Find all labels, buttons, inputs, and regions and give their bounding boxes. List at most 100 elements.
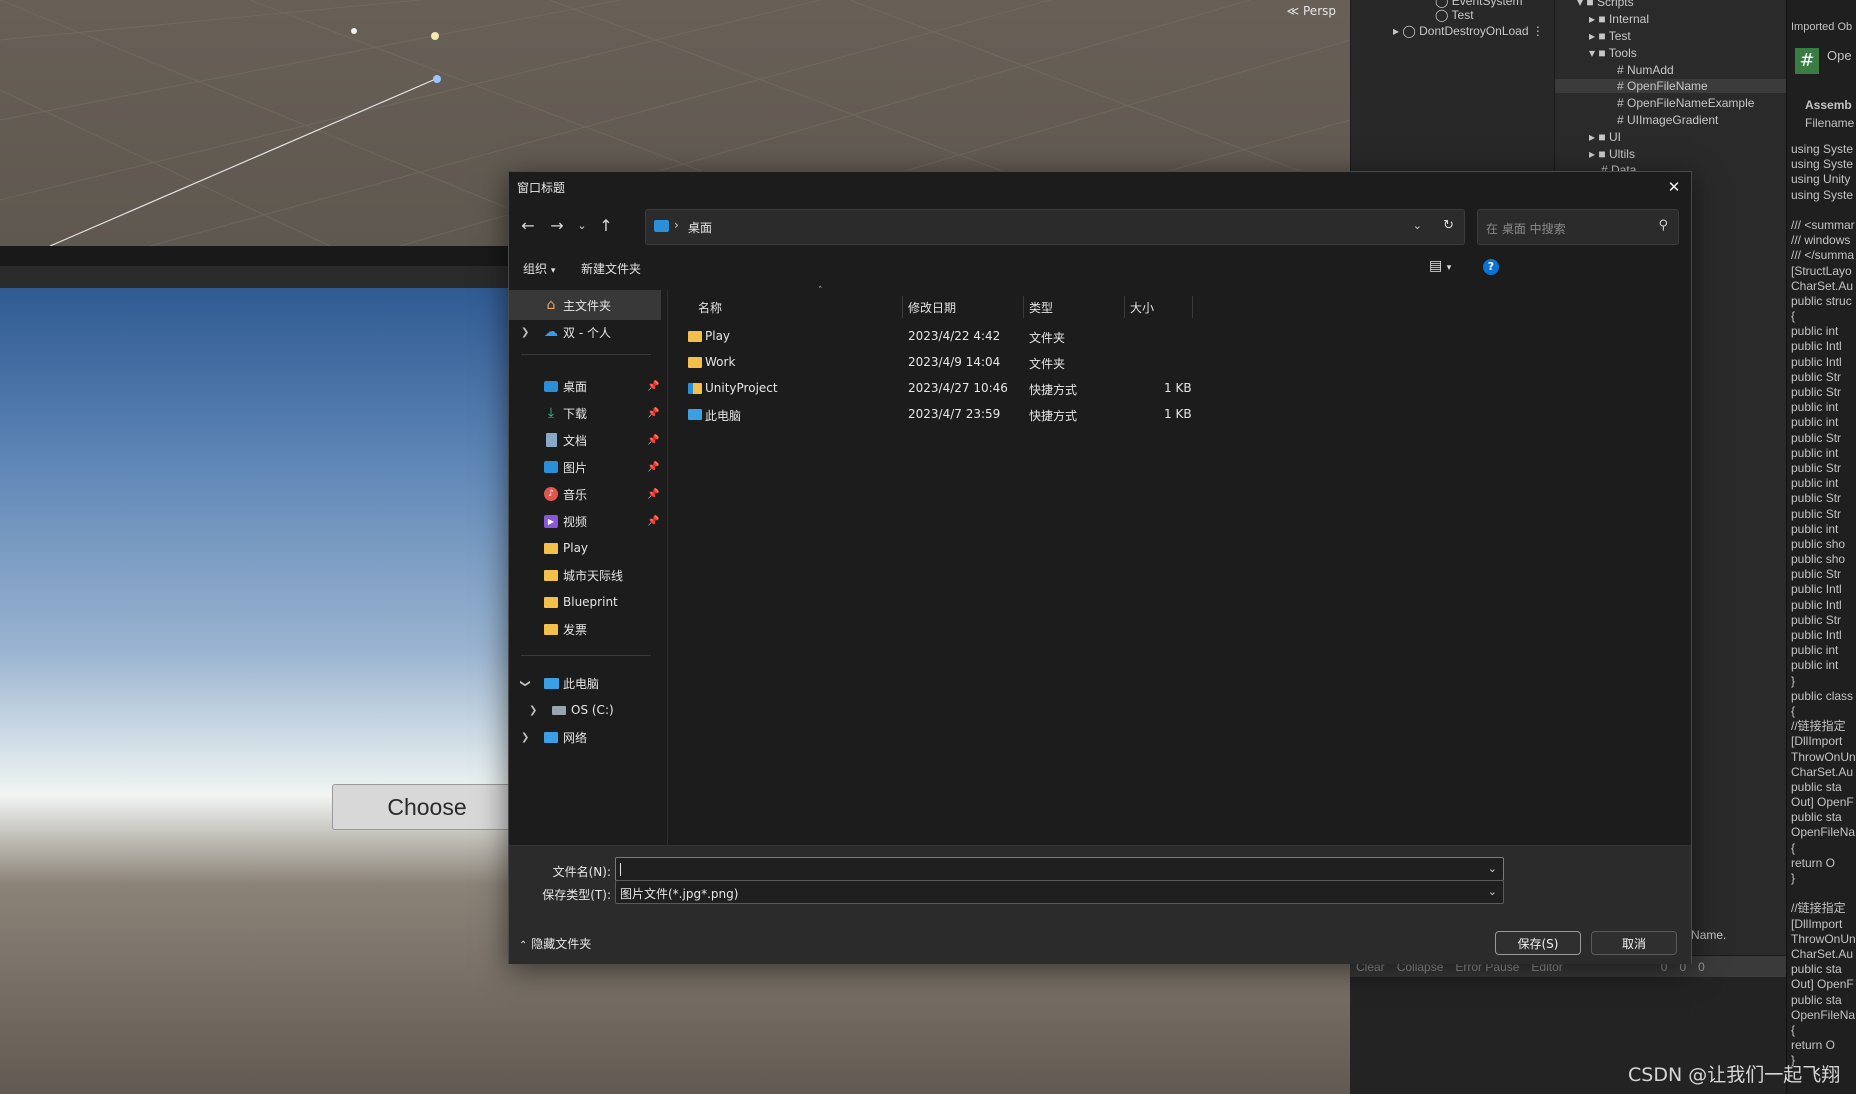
hierarchy-item[interactable]: ◯ EventSystem	[1435, 0, 1522, 8]
filetype-select[interactable]: 图片文件(*.jpg*.png) ⌄	[615, 880, 1504, 904]
nav-item-play[interactable]: Play	[509, 533, 661, 563]
breadcrumb-location[interactable]: 桌面	[688, 219, 712, 236]
file-date: 2023/4/27 10:46	[908, 381, 1008, 395]
cloud-icon: ☁	[544, 324, 558, 340]
file-name: Work	[705, 355, 736, 369]
code-line: public int	[1791, 521, 1839, 536]
address-dropdown-icon[interactable]: ⌄	[1413, 219, 1422, 232]
search-box[interactable]: 在 桌面 中搜索 ⚲	[1477, 209, 1679, 245]
code-line: using Unity	[1791, 172, 1851, 187]
view-options-button[interactable]: ▤ ▾	[1429, 258, 1451, 274]
project-item[interactable]: # UIImageGradient	[1617, 113, 1718, 127]
address-bar[interactable]: › 桌面 ⌄ ↻	[645, 209, 1465, 245]
refresh-icon[interactable]: ↻	[1443, 218, 1454, 233]
code-preview: using Syste using Syste using Unity using S…	[1791, 142, 1856, 1068]
code-line: Out] OpenF	[1791, 977, 1854, 992]
project-item[interactable]: ▾ ■ Tools	[1589, 46, 1637, 60]
hierarchy-item[interactable]: ▸ ◯ DontDestroyOnLoad ⋮	[1393, 24, 1544, 38]
code-line: /// <summar	[1791, 217, 1855, 232]
dialog-title-bar[interactable]: 窗口标题 ✕	[509, 172, 1691, 202]
nav-item-documents[interactable]: 文档 📌	[509, 425, 661, 455]
close-button[interactable]: ✕	[1661, 174, 1687, 200]
cancel-button[interactable]: 取消	[1591, 931, 1677, 955]
column-separator[interactable]	[1023, 296, 1024, 318]
code-line: public Str	[1791, 491, 1842, 506]
file-row[interactable]: 此电脑 2023/4/7 23:59 快捷方式 1 KB	[668, 399, 1308, 429]
pin-icon: 📌	[647, 380, 660, 392]
column-header-date[interactable]: 修改日期	[908, 299, 956, 316]
help-button[interactable]: ?	[1483, 259, 1499, 275]
project-item-selected[interactable]: # OpenFileName	[1555, 79, 1787, 93]
up-button[interactable]: ↑	[593, 212, 619, 238]
column-header-name[interactable]: 名称	[698, 299, 722, 316]
recent-locations-button[interactable]: ⌄	[569, 212, 595, 238]
nav-item-pictures[interactable]: 图片 📌	[509, 452, 661, 482]
column-header-size[interactable]: 大小	[1130, 299, 1154, 316]
nav-item-this-pc[interactable]: ❯ 此电脑	[509, 668, 661, 698]
code-line: public sho	[1791, 536, 1846, 551]
file-name: 此电脑	[705, 409, 742, 423]
shortcut-pc-icon	[688, 409, 702, 420]
column-separator[interactable]	[902, 296, 903, 318]
nav-item-home[interactable]: ⌂ 主文件夹	[509, 290, 661, 320]
project-item[interactable]: # OpenFileNameExample	[1617, 96, 1754, 110]
hierarchy-item[interactable]: ◯ Test	[1435, 8, 1474, 22]
choose-button[interactable]: Choose	[332, 784, 522, 830]
project-item[interactable]: ▾ ■ Scripts	[1577, 0, 1634, 9]
save-button[interactable]: 保存(S)	[1495, 931, 1581, 955]
code-line: {	[1791, 1022, 1796, 1037]
nav-item-desktop[interactable]: 桌面 📌	[509, 371, 661, 401]
code-line: public Str	[1791, 612, 1842, 627]
nav-item-drive-c[interactable]: ❯ OS (C:)	[509, 695, 661, 725]
hide-folders-toggle[interactable]: ⌃ 隐藏文件夹	[519, 935, 591, 952]
nav-item-videos[interactable]: ▶ 视频 📌	[509, 506, 661, 536]
nav-item-network[interactable]: ❯ 网络	[509, 722, 661, 752]
arrow-right-icon: →	[550, 215, 564, 235]
project-item[interactable]: # NumAdd	[1617, 63, 1674, 77]
column-separator[interactable]	[1192, 296, 1193, 318]
project-item[interactable]: ▸ ■ UI	[1589, 130, 1621, 144]
chevron-down-icon: ⌄	[1487, 885, 1497, 898]
project-item[interactable]: ▸ ■ Ultils	[1589, 147, 1635, 161]
chevron-down-icon[interactable]: ⌄	[1488, 862, 1497, 875]
column-separator[interactable]	[1124, 296, 1125, 318]
back-button[interactable]: ←	[515, 212, 541, 238]
nav-item-onedrive[interactable]: ❯ ☁ 双 - 个人	[509, 317, 661, 347]
nav-divider	[521, 354, 651, 355]
new-folder-button[interactable]: 新建文件夹	[581, 260, 641, 277]
project-item[interactable]: ▸ ■ Internal	[1589, 12, 1649, 26]
filetype-value: 图片文件(*.jpg*.png)	[620, 887, 739, 901]
code-line: public Str	[1791, 460, 1842, 475]
code-line: {	[1791, 703, 1796, 718]
nav-item-label: 此电脑	[563, 676, 600, 691]
organize-button[interactable]: 组织 ▾	[523, 260, 555, 277]
nav-item-skylines[interactable]: 城市天际线	[509, 560, 661, 590]
project-item[interactable]: ▸ ■ Test	[1589, 29, 1631, 43]
nav-item-invoices[interactable]: 发票	[509, 614, 661, 644]
nav-item-downloads[interactable]: ⤓ 下载 📌	[509, 398, 661, 428]
code-line: public Intl	[1791, 628, 1842, 642]
code-line: [DllImport	[1791, 916, 1843, 931]
code-line: public sta	[1791, 779, 1842, 794]
filename-input[interactable]: ⌄	[615, 857, 1504, 881]
code-line: CharSet.Au	[1791, 764, 1854, 779]
code-line: public Intl	[1791, 597, 1842, 612]
save-file-dialog: 窗口标题 ✕ ← → ⌄ ↑ › 桌面 ⌄ ↻ 在 桌面 中搜索 ⚲ 组织 ▾ …	[508, 171, 1692, 964]
search-placeholder: 在 桌面 中搜索	[1486, 222, 1566, 236]
nav-item-blueprint[interactable]: Blueprint	[509, 587, 661, 617]
persp-label[interactable]: ≪ Persp	[1287, 4, 1336, 18]
forward-button[interactable]: →	[544, 212, 570, 238]
column-header-type[interactable]: 类型	[1029, 299, 1053, 316]
chevron-down-icon: ❯	[519, 678, 531, 688]
console-error-count[interactable]: 0	[1698, 960, 1705, 974]
chevron-down-icon: ⌄	[577, 218, 587, 232]
nav-item-label: 图片	[563, 460, 588, 475]
text-cursor	[620, 863, 621, 876]
code-line: /// windows	[1791, 233, 1851, 248]
nav-item-music[interactable]: ♪ 音乐 📌	[509, 479, 661, 509]
arrow-left-icon: ←	[521, 215, 535, 235]
code-line: //链接指定	[1791, 901, 1846, 916]
nav-item-label: 主文件夹	[563, 298, 612, 313]
chevron-right-icon: ❯	[529, 704, 538, 716]
chevron-down-icon: ▾	[1446, 263, 1452, 273]
